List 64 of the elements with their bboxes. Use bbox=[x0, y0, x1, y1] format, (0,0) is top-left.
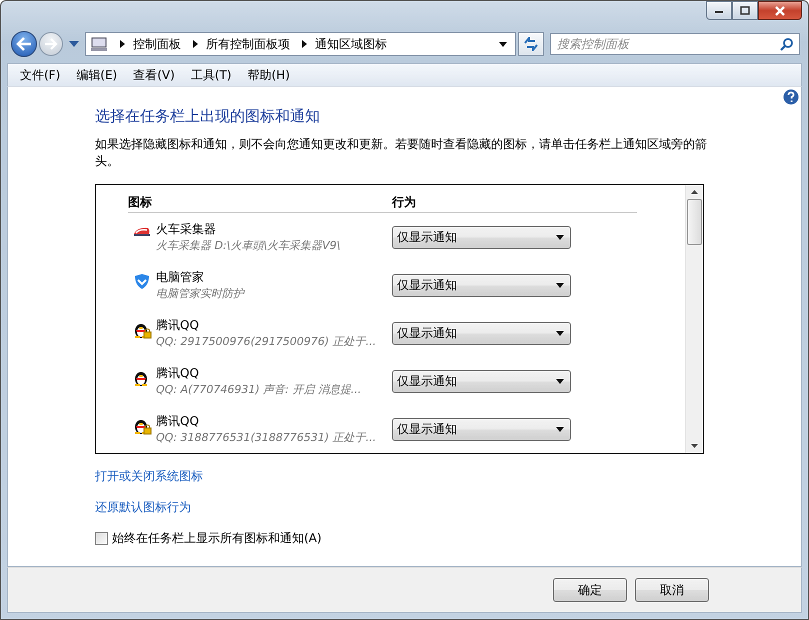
back-button[interactable] bbox=[11, 31, 37, 57]
search-icon bbox=[780, 38, 793, 51]
behavior-dropdown[interactable]: 仅显示通知 bbox=[392, 274, 571, 296]
app-name: 腾讯QQ bbox=[156, 413, 200, 430]
ok-button[interactable]: 确定 bbox=[553, 578, 627, 602]
chevron-icon bbox=[193, 40, 198, 48]
close-icon bbox=[774, 6, 786, 16]
search-field[interactable]: 搜索控制面板 bbox=[550, 33, 800, 55]
breadcrumb[interactable]: 控制面板 bbox=[133, 36, 181, 52]
breadcrumb[interactable]: 所有控制面板项 bbox=[206, 36, 290, 52]
app-detail: 电脑管家实时防护 bbox=[156, 286, 246, 301]
description-text: 如果选择隐藏图标和通知，则不会向您通知更改和更新。若要随时查看隐藏的图标，请单击任务栏上通知区域旁的箭头。 bbox=[95, 136, 707, 170]
app-detail: QQ: 3188776531(3188776531) 正处于... bbox=[156, 430, 378, 445]
menu-item[interactable]: 帮助(H) bbox=[240, 66, 298, 84]
penguin-lock-icon bbox=[132, 417, 152, 435]
refresh-button[interactable] bbox=[518, 32, 544, 56]
refresh-icon bbox=[523, 37, 539, 51]
maximize-button[interactable] bbox=[732, 1, 758, 20]
app-name: 火车采集器 bbox=[156, 221, 217, 238]
back-arrow-icon bbox=[16, 37, 32, 51]
scroll-down-icon[interactable] bbox=[691, 444, 698, 448]
behavior-dropdown[interactable]: 仅显示通知 bbox=[392, 370, 571, 392]
page-heading: 选择在任务栏上出现的图标和通知 bbox=[95, 107, 321, 126]
close-button[interactable] bbox=[758, 1, 802, 20]
behavior-dropdown[interactable]: 仅显示通知 bbox=[392, 418, 571, 440]
menu-item[interactable]: 编辑(E) bbox=[68, 66, 126, 84]
minimize-button[interactable] bbox=[706, 1, 732, 20]
shield-icon bbox=[134, 273, 150, 290]
app-name: 腾讯QQ bbox=[156, 365, 200, 382]
dropdown-caret-icon bbox=[556, 282, 564, 288]
menu-item[interactable]: 查看(V) bbox=[125, 66, 183, 84]
column-header: 图标 bbox=[128, 194, 153, 211]
checkbox[interactable] bbox=[95, 532, 108, 545]
breadcrumb[interactable]: 通知区域图标 bbox=[315, 36, 387, 52]
menu-item[interactable]: 文件(F) bbox=[12, 66, 68, 84]
dropdown-caret-icon[interactable] bbox=[499, 42, 507, 46]
link[interactable]: 还原默认图标行为 bbox=[95, 500, 191, 514]
checkbox-label: 始终在任务栏上显示所有图标和通知(A) bbox=[112, 530, 322, 547]
forward-arrow-icon bbox=[44, 38, 58, 50]
app-name: 腾讯QQ bbox=[156, 317, 200, 334]
help-icon[interactable] bbox=[783, 89, 799, 105]
cancel-button[interactable]: 取消 bbox=[635, 578, 709, 602]
dropdown-caret-icon bbox=[556, 378, 564, 384]
dropdown-caret-icon bbox=[556, 234, 564, 240]
dropdown-caret-icon bbox=[556, 330, 564, 336]
app-detail: 火车采集器 D:\火車頭\火车采集器V9\ bbox=[156, 238, 342, 253]
scrollbar-thumb[interactable] bbox=[687, 199, 702, 245]
chevron-icon bbox=[120, 40, 125, 48]
menu-item[interactable]: 工具(T) bbox=[182, 66, 240, 84]
chevron-icon bbox=[302, 40, 307, 48]
link[interactable]: 打开或关闭系统图标 bbox=[95, 469, 203, 483]
penguin-lock-icon bbox=[132, 321, 152, 339]
scroll-up-icon[interactable] bbox=[691, 190, 698, 194]
maximize-icon bbox=[740, 6, 750, 15]
address-bar[interactable]: 控制面板 所有控制面板项 通知区域图标 bbox=[85, 32, 516, 56]
app-detail: QQ: 2917500976(2917500976) 正处于... bbox=[156, 334, 378, 349]
dropdown-caret-icon bbox=[556, 426, 564, 432]
behavior-dropdown[interactable]: 仅显示通知 bbox=[392, 322, 571, 344]
column-header: 行为 bbox=[392, 194, 416, 211]
scrollbar[interactable] bbox=[685, 185, 703, 453]
computer-icon bbox=[90, 37, 108, 51]
app-detail: QQ: A(770746931) 声音: 开启 消息提... bbox=[156, 382, 362, 397]
behavior-dropdown[interactable]: 仅显示通知 bbox=[392, 226, 571, 248]
app-name: 电脑管家 bbox=[156, 269, 205, 286]
